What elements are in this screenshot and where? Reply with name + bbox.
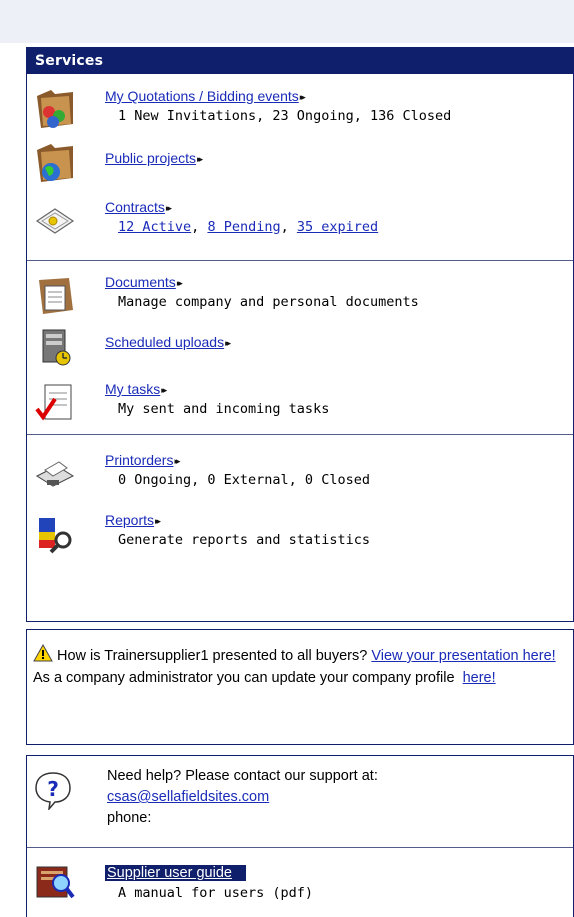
service-reports: Reports▸▸ Generate reports and statistic… (27, 506, 573, 561)
buyers-notice-panel: How is Trainersupplier1 presented to all… (26, 629, 574, 745)
documents-link[interactable]: Documents▸▸ (105, 274, 183, 290)
supplier-user-guide-link[interactable]: Supplier user guide (105, 865, 246, 881)
scheduled-uploads-link[interactable]: Scheduled uploads▸▸ (105, 334, 231, 350)
public-projects-folder-icon (37, 144, 73, 182)
contracts-active-link[interactable]: 12 Active (118, 219, 191, 235)
admin-update-text: As a company administrator you can updat… (33, 670, 455, 686)
public-projects-link[interactable]: Public projects▸▸ (105, 150, 203, 166)
buyers-question: How is Trainersupplier1 presented to all… (57, 648, 368, 664)
divider (27, 847, 573, 848)
user-guide-desc: A manual for users (pdf) (118, 885, 314, 901)
user-guide-block: Supplier user guide (105, 863, 246, 884)
help-line: Need help? Please contact our support at… (107, 768, 378, 784)
user-guide-book-icon (36, 866, 75, 899)
reports-desc: Generate reports and statistics (118, 532, 370, 548)
service-documents: Documents▸▸ Manage company and personal … (27, 268, 573, 318)
tasks-checklist-icon (35, 384, 72, 421)
service-my-tasks: My tasks▸▸ My sent and incoming tasks (27, 375, 573, 430)
svg-text:?: ? (47, 777, 59, 801)
scheduled-uploads-server-icon (42, 329, 71, 366)
documents-desc: Manage company and personal documents (118, 294, 419, 310)
quotations-link[interactable]: My Quotations / Bidding events▸▸ (105, 88, 306, 104)
view-presentation-link[interactable]: View your presentation here! (371, 648, 555, 664)
printorders-summary: 0 Ongoing, 0 External, 0 Closed (118, 472, 370, 488)
printorders-link[interactable]: Printorders▸▸ (105, 452, 181, 468)
help-contact: Need help? Please contact our support at… (107, 766, 378, 829)
my-tasks-link[interactable]: My tasks▸▸ (105, 381, 167, 397)
service-quotations: My Quotations / Bidding events▸▸ 1 New I… (27, 82, 573, 132)
services-panel: Services My Quotations / Bidding events▸… (26, 47, 574, 622)
reports-chart-icon (39, 518, 72, 554)
service-scheduled-uploads: Scheduled uploads▸▸ (27, 322, 573, 372)
printer-icon (35, 461, 75, 487)
help-panel: ? Need help? Please contact our support … (26, 755, 574, 917)
service-printorders: Printorders▸▸ 0 Ongoing, 0 External, 0 C… (27, 446, 573, 501)
services-header: Services (27, 48, 573, 74)
contracts-certificate-icon (35, 208, 75, 234)
contracts-expired-link[interactable]: 35 expired (297, 219, 378, 235)
warning-icon (33, 643, 53, 662)
reports-link[interactable]: Reports▸▸ (105, 512, 161, 528)
help-question-icon: ? (35, 772, 71, 810)
my-tasks-desc: My sent and incoming tasks (118, 401, 330, 417)
phone-label: phone: (107, 810, 152, 826)
quotations-summary: 1 New Invitations, 23 Ongoing, 136 Close… (118, 108, 452, 124)
divider (27, 434, 573, 435)
support-email-link[interactable]: csas@sellafieldsites.com (107, 789, 269, 805)
contracts-counts: 12 Active, 8 Pending, 35 expired (118, 219, 379, 235)
service-contracts: Contracts▸▸ 12 Active, 8 Pending, 35 exp… (27, 191, 573, 246)
contracts-link[interactable]: Contracts▸▸ (105, 199, 172, 215)
service-public-projects: Public projects▸▸ (27, 138, 573, 188)
quotations-folder-icon (37, 90, 73, 128)
contracts-pending-link[interactable]: 8 Pending (207, 219, 280, 235)
divider (27, 260, 573, 261)
update-profile-link[interactable]: here! (463, 670, 496, 686)
top-band (0, 0, 574, 43)
documents-folder-icon (39, 278, 73, 314)
